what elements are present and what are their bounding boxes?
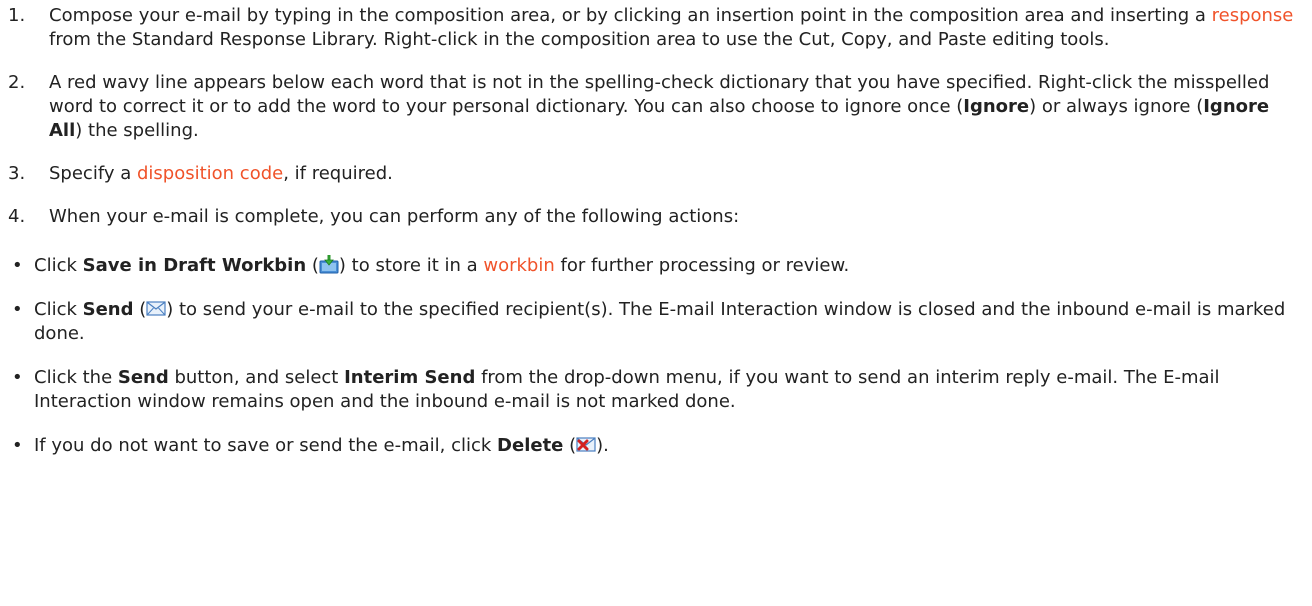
save-to-workbin-icon <box>319 254 339 274</box>
bullet-text: ) to store it in a <box>338 255 484 276</box>
step-number: 1. <box>8 5 26 26</box>
step-2: 2. A red wavy line appears below each wo… <box>8 71 1304 143</box>
step-text: from the Standard Response Library. Righ… <box>49 29 1110 50</box>
interim-send-label: Interim Send <box>344 367 476 388</box>
delete-label: Delete <box>497 435 564 456</box>
list-item: • Click Send () to send your e-mail to t… <box>8 298 1304 346</box>
response-link[interactable]: response <box>1212 5 1294 26</box>
bullet-text: Click <box>34 299 83 320</box>
save-in-draft-workbin-label: Save in Draft Workbin <box>82 255 307 276</box>
bullet-text: ) to send your e-mail to the specified r… <box>34 299 1286 344</box>
bullet-marker: • <box>12 299 23 320</box>
bullet-text: ( <box>563 435 577 456</box>
bullet-text: Click <box>34 255 83 276</box>
bullet-marker: • <box>12 255 23 276</box>
send-envelope-icon <box>146 298 166 318</box>
send-label: Send <box>82 299 134 320</box>
list-item: • If you do not want to save or send the… <box>8 434 1304 458</box>
bullet-text: ( <box>133 299 147 320</box>
bullet-text: ( <box>306 255 319 276</box>
step-text: When your e-mail is complete, you can pe… <box>49 206 740 227</box>
disposition-code-link[interactable]: disposition code <box>137 163 283 184</box>
bullet-text: If you do not want to save or send the e… <box>34 435 498 456</box>
bullet-text: for further processing or review. <box>554 255 850 276</box>
action-list: • Click Save in Draft Workbin ( ) to stor… <box>8 254 1304 458</box>
step-text: Compose your e-mail by typing in the com… <box>49 5 1212 26</box>
step-3: 3. Specify a disposition code, if requir… <box>8 162 1304 186</box>
document-body: 1. Compose your e-mail by typing in the … <box>0 0 1304 458</box>
step-text: , if required. <box>283 163 393 184</box>
bullet-marker: • <box>12 435 23 456</box>
bullet-text: ). <box>596 435 609 456</box>
step-text: ) the spelling. <box>75 120 199 141</box>
list-item: • Click the Send button, and select Inte… <box>8 366 1304 414</box>
send-button-label: Send <box>117 367 169 388</box>
step-4: 4. When your e-mail is complete, you can… <box>8 205 1304 229</box>
step-text: ) or always ignore ( <box>1029 96 1204 117</box>
step-number: 2. <box>8 72 26 93</box>
bullet-marker: • <box>12 367 23 388</box>
ignore-label: Ignore <box>963 96 1030 117</box>
step-1: 1. Compose your e-mail by typing in the … <box>8 4 1304 52</box>
workbin-link[interactable]: workbin <box>483 255 554 276</box>
bullet-text: button, and select <box>168 367 345 388</box>
step-text: Specify a <box>49 163 137 184</box>
step-number: 4. <box>8 206 26 227</box>
list-item: • Click Save in Draft Workbin ( ) to stor… <box>8 254 1304 278</box>
step-number: 3. <box>8 163 26 184</box>
bullet-text: Click the <box>34 367 118 388</box>
delete-email-icon <box>576 434 596 454</box>
